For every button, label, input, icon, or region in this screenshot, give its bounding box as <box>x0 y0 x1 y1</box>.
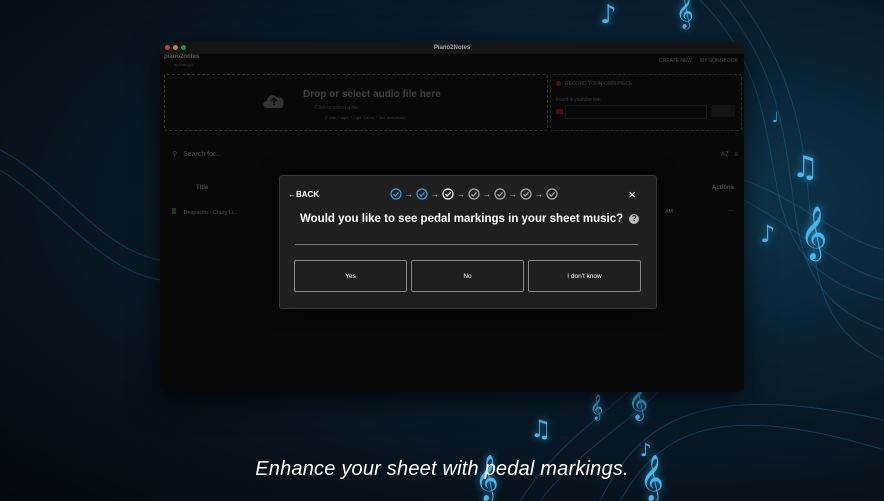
music-note-icon: ♪ <box>600 0 617 30</box>
close-dialog-button[interactable]: × <box>628 187 636 202</box>
help-icon[interactable]: ? <box>629 213 640 224</box>
dialog-question: Would you like to see pedal markings in … <box>300 213 640 225</box>
step-arrow-icon: → <box>405 189 413 199</box>
step-6-pending-icon <box>520 188 532 200</box>
step-arrow-icon: → <box>483 189 491 199</box>
music-note-icon: ♪ <box>760 220 776 248</box>
video-caption: Enhance your sheet with pedal markings. <box>255 458 629 480</box>
step-arrow-icon: → <box>509 189 517 199</box>
treble-clef-icon: 𝄞 <box>590 395 604 420</box>
pedal-markings-dialog: ←BACK → → → → → → × Would you like to see ped… <box>279 175 657 309</box>
back-label: BACK <box>296 190 320 199</box>
step-3-current-icon <box>442 188 454 200</box>
step-arrow-icon: → <box>431 189 439 199</box>
step-2-done-icon <box>416 188 428 200</box>
treble-clef-icon: 𝄞 <box>800 205 828 259</box>
treble-clef-icon: 𝄞 <box>676 0 694 29</box>
question-text: Would you like to see pedal markings in … <box>300 213 624 225</box>
step-1-done-icon <box>390 188 402 200</box>
no-button[interactable]: No <box>411 260 524 292</box>
music-note-icon: ♩ <box>772 110 779 126</box>
beamed-notes-icon: ♫ <box>792 150 819 185</box>
back-button[interactable]: ←BACK <box>288 190 319 199</box>
beamed-notes-icon: ♫ <box>530 415 552 443</box>
progress-stepper: → → → → → → <box>390 188 558 200</box>
step-5-pending-icon <box>494 188 506 200</box>
step-4-pending-icon <box>468 188 480 200</box>
step-arrow-icon: → <box>457 189 465 199</box>
dialog-divider <box>295 244 638 245</box>
back-arrow-icon: ← <box>288 190 296 199</box>
step-arrow-icon: → <box>535 189 543 199</box>
yes-button[interactable]: Yes <box>294 260 407 292</box>
step-7-pending-icon <box>546 188 558 200</box>
dont-know-button[interactable]: I don't know <box>528 260 641 292</box>
